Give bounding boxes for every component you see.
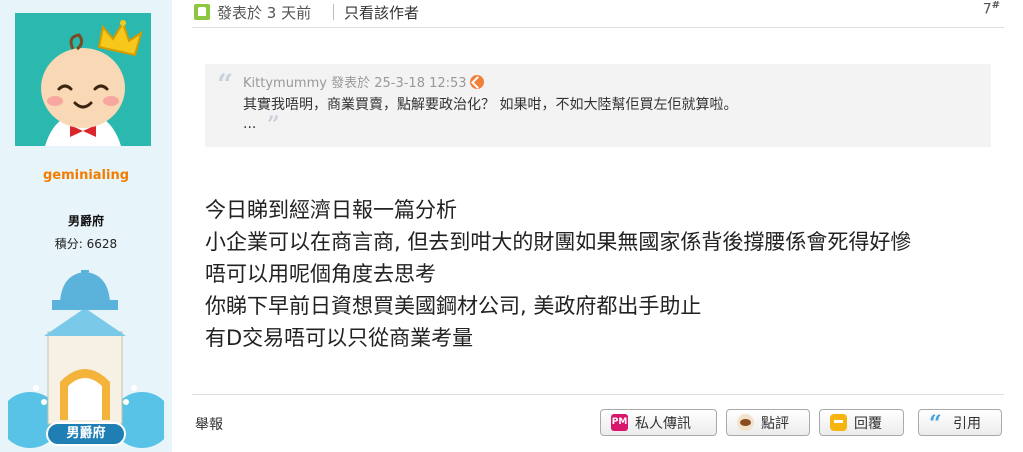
posted-time: 發表於 3 天前	[217, 4, 312, 22]
coffee-cup-icon	[737, 414, 754, 431]
quote-text: 其實我唔明，商業買賣，點解要政治化？ 如果咁，不如大陸幫佢買左佢就算啦。	[243, 97, 738, 113]
post-number-mark: #	[991, 0, 1000, 11]
only-author-link[interactable]: 只看該作者	[344, 2, 419, 23]
user-points: 積分: 6628	[54, 237, 118, 251]
online-status-icon	[194, 4, 210, 20]
footer-divider	[192, 394, 1004, 395]
report-link[interactable]: 舉報	[195, 414, 223, 434]
post-content: 今日睇到經濟日報一篇分析 小企業可以在商言商, 但去到咁大的財團如果無國家係背後…	[205, 194, 995, 354]
quote-block: “ Kittymummy 發表於 25-3-18 12:53 其實我唔明，商業買…	[205, 64, 991, 147]
username[interactable]: geminialing	[0, 168, 172, 183]
quote-ellipsis: ...	[243, 116, 257, 132]
post-line: 唔可以用呢個角度去思考	[205, 262, 436, 286]
post-line: 有D交易唔可以只從商業考量	[205, 326, 474, 350]
post-number: 7	[982, 1, 992, 18]
rank-badge-label: 男爵府	[46, 422, 126, 446]
speech-bubble-icon	[830, 414, 847, 431]
quote-label: 引用	[953, 415, 981, 432]
quote-posted-time: 發表於 25-3-18 12:53	[331, 76, 467, 91]
quote-meta: Kittymummy 發表於 25-3-18 12:53	[243, 72, 484, 91]
rate-button[interactable]: 點評	[726, 409, 810, 436]
private-message-label: 私人傳訊	[635, 415, 691, 432]
post-line: 今日睇到經濟日報一篇分析	[205, 198, 457, 222]
private-message-button[interactable]: PM 私人傳訊	[600, 409, 717, 436]
reply-label: 回覆	[854, 415, 882, 432]
post-number-link[interactable]: 7#	[983, 0, 1000, 18]
open-quote-icon: “	[217, 68, 234, 101]
close-quote-icon: ”	[267, 112, 280, 138]
avatar[interactable]	[15, 13, 151, 146]
user-rank: 男爵府	[67, 214, 104, 228]
pm-icon: PM	[611, 414, 628, 431]
header-divider	[333, 4, 334, 20]
reply-button[interactable]: 回覆	[819, 409, 904, 436]
post-line: 你睇下早前日資想買美國鋼材公司, 美政府都出手助止	[205, 294, 702, 318]
post-header: 發表於 3 天前 只看該作者 7#	[192, 0, 1004, 28]
jump-to-post-icon[interactable]	[469, 75, 484, 89]
quote-button[interactable]: “ 引用	[918, 409, 1002, 436]
baby-prince-avatar-icon	[15, 13, 151, 146]
quote-author: Kittymummy	[243, 76, 327, 91]
quote-mark-icon: “	[929, 411, 942, 437]
rate-label: 點評	[761, 415, 789, 432]
user-sidebar: geminialing 男爵府 積分: 6628 男爵府	[0, 0, 172, 452]
rank-badge: 男爵府	[0, 267, 172, 452]
post-line: 小企業可以在商言商, 但去到咁大的財團如果無國家係背後撐腰係會死得好慘	[205, 230, 912, 254]
